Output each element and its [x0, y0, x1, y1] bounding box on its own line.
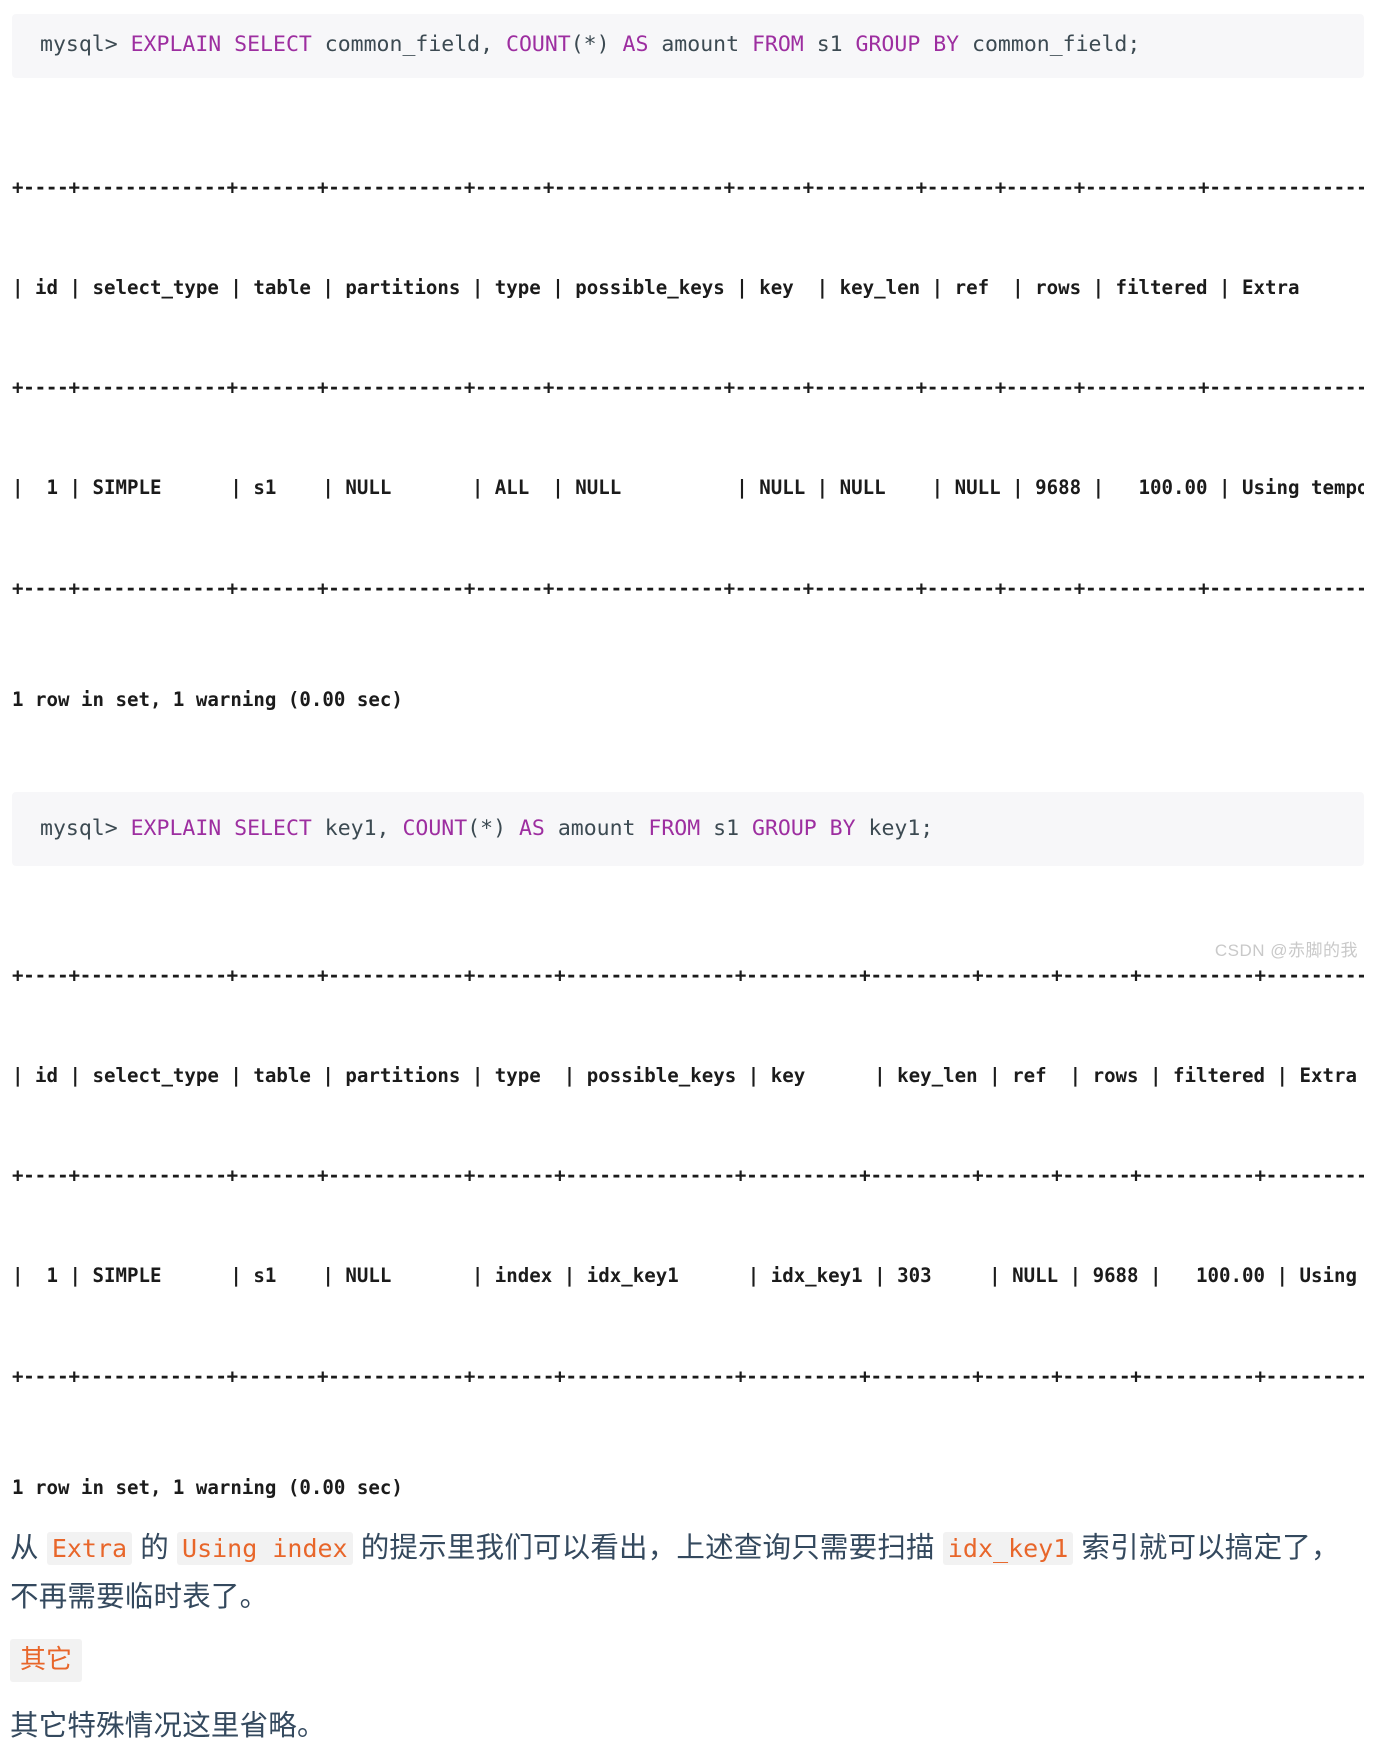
code-block-query-1[interactable]: mysql> EXPLAIN SELECT common_field, COUN… — [12, 14, 1364, 78]
sql-identifier: key1; — [868, 815, 934, 841]
sql-identifier: s1 — [713, 815, 752, 841]
spacer-before-closing — [0, 1682, 1376, 1702]
spacer-after-code-2 — [0, 866, 1376, 892]
sql-keyword: AS — [622, 32, 662, 57]
inline-code-using-index: Using index — [177, 1531, 353, 1565]
mysql-prompt: mysql> — [40, 815, 131, 841]
paragraph-text-part-1: 从 — [10, 1531, 47, 1564]
paragraph-text-part-2: 的 — [132, 1531, 178, 1564]
result-footer-2: 1 row in set, 1 warning (0.00 sec) — [12, 1475, 403, 1499]
sql-keyword: COUNT — [506, 32, 571, 57]
explanation-paragraph: 从 Extra 的 Using index 的提示里我们可以看出，上述查询只需要… — [10, 1524, 1366, 1621]
mysql-prompt: mysql> — [40, 32, 131, 57]
table-rule-top: +----+-------------+-------+------------… — [12, 963, 1364, 987]
spacer-between-sections — [0, 714, 1376, 792]
spacer-before-paragraph — [0, 1502, 1376, 1524]
code-block-query-2[interactable]: mysql> EXPLAIN SELECT key1, COUNT(*) AS … — [12, 791, 1364, 866]
sql-keyword: COUNT — [402, 815, 468, 841]
explain-result-table-1: +----+-------------+-------+------------… — [12, 104, 1364, 672]
sql-identifier: (*) — [570, 32, 623, 57]
sql-keyword: EXPLAIN SELECT — [130, 32, 325, 57]
sql-identifier: key1, — [324, 815, 403, 841]
table-row: | 1 | SIMPLE | s1 | NULL | ALL | NULL | … — [12, 476, 1364, 500]
sql-keyword: FROM — [751, 32, 817, 57]
sql-keyword: GROUP BY — [855, 32, 973, 57]
article-page: mysql> EXPLAIN SELECT common_field, COUN… — [0, 0, 1376, 1742]
spacer-before-footer-2 — [0, 1460, 1376, 1474]
badge-container: 其它 — [0, 1638, 1376, 1683]
sql-identifier: amount — [557, 815, 649, 841]
inline-code-idx-key1: idx_key1 — [942, 1531, 1074, 1565]
sql-identifier: common_field, — [324, 32, 506, 57]
table-rule-bottom: +----+-------------+-------+------------… — [12, 576, 1364, 600]
sql-keyword: FROM — [648, 815, 714, 841]
sql-identifier: s1 — [816, 32, 856, 57]
table-header-row: | id | select_type | table | partitions … — [12, 1063, 1364, 1087]
table-rule-mid: +----+-------------+-------+------------… — [12, 376, 1364, 400]
sql-keyword: EXPLAIN SELECT — [130, 815, 325, 841]
table-header-row: | id | select_type | table | partitions … — [12, 276, 1364, 299]
paragraph-text-part-3: 的提示里我们可以看出，上述查询只需要扫描 — [352, 1531, 943, 1564]
table-rule-mid: +----+-------------+-------+------------… — [12, 1164, 1364, 1188]
table-rule-bottom: +----+-------------+-------+------------… — [12, 1364, 1364, 1388]
sql-identifier: (*) — [467, 815, 519, 841]
table-row: | 1 | SIMPLE | s1 | NULL | index | idx_k… — [12, 1264, 1364, 1288]
spacer-before-badge — [0, 1621, 1376, 1639]
sql-identifier: amount — [661, 32, 752, 57]
section-badge-other: 其它 — [10, 1638, 83, 1683]
spacer-before-footer-1 — [0, 672, 1376, 686]
closing-paragraph: 其它特殊情况这里省略。 — [10, 1710, 326, 1743]
table-rule-top: +----+-------------+-------+------------… — [12, 175, 1364, 199]
explain-result-table-2: +----+-------------+-------+------------… — [12, 892, 1364, 1460]
csdn-watermark: CSDN @赤脚的我 — [1214, 941, 1358, 960]
spacer-top — [0, 0, 1376, 14]
sql-identifier: common_field; — [972, 32, 1141, 57]
sql-keyword: GROUP BY — [752, 815, 869, 841]
spacer-after-code-1 — [0, 78, 1376, 104]
sql-keyword: AS — [518, 815, 558, 841]
inline-code-extra: Extra — [46, 1531, 133, 1565]
result-footer-1: 1 row in set, 1 warning (0.00 sec) — [12, 687, 403, 711]
